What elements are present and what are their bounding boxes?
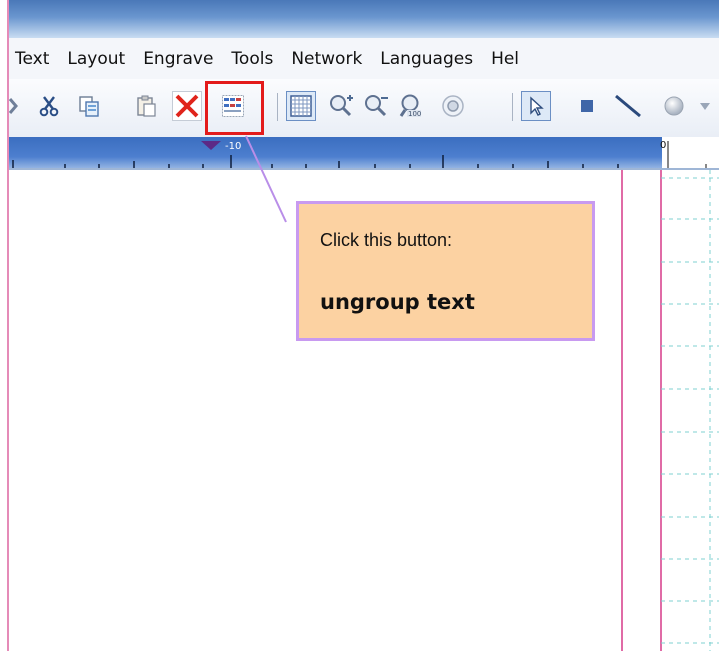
- zoom-out-icon[interactable]: [363, 93, 389, 119]
- callout-action-text: ungroup text: [320, 290, 475, 314]
- menu-text[interactable]: Text: [15, 49, 49, 69]
- zoom-in-icon[interactable]: [328, 93, 354, 119]
- menu-help[interactable]: Hel: [491, 49, 519, 69]
- toolbar-separator: [277, 93, 278, 121]
- ungroup-highlight-box: [205, 81, 264, 135]
- grid-icon[interactable]: [286, 91, 316, 121]
- menu-bar: Text Layout Engrave Tools Network Langua…: [9, 38, 719, 79]
- menu-network[interactable]: Network: [291, 49, 362, 69]
- ellipse-icon[interactable]: [661, 93, 687, 119]
- more-tools-icon[interactable]: [697, 93, 713, 119]
- paste-icon[interactable]: [133, 93, 159, 119]
- horizontal-ruler: -10 0: [9, 137, 719, 170]
- partial-icon[interactable]: [5, 93, 21, 119]
- zoom-fit-icon[interactable]: [440, 93, 466, 119]
- menu-tools[interactable]: Tools: [231, 49, 273, 69]
- copy-icon[interactable]: [76, 93, 102, 119]
- line-icon[interactable]: [611, 93, 645, 119]
- menu-languages[interactable]: Languages: [380, 49, 473, 69]
- menu-engrave[interactable]: Engrave: [143, 49, 213, 69]
- ruler-label-zero: 0: [660, 140, 667, 151]
- svg-text:100: 100: [408, 110, 421, 118]
- callout-instruction-text: Click this button:: [320, 230, 453, 250]
- delete-icon[interactable]: [172, 91, 202, 121]
- rectangle-icon[interactable]: [574, 93, 600, 119]
- cut-icon[interactable]: [36, 93, 62, 119]
- toolbar: 100: [8, 79, 719, 137]
- zoom-100-icon[interactable]: 100: [399, 93, 425, 119]
- title-bar: [9, 0, 719, 38]
- toolbar-separator: [512, 93, 513, 121]
- select-pointer-icon[interactable]: [521, 91, 551, 121]
- ruler-scale: -10: [9, 137, 662, 170]
- menu-layout[interactable]: Layout: [67, 49, 125, 69]
- ruler-label-minus10: -10: [225, 141, 242, 152]
- instruction-callout: Click this button: ungroup text: [296, 201, 595, 341]
